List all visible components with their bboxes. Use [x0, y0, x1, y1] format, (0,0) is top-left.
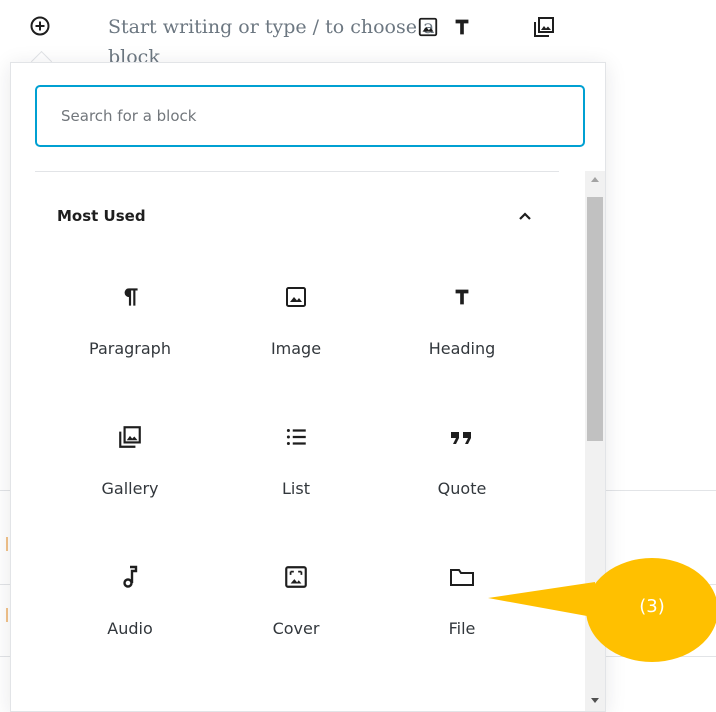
editor-marker: [6, 537, 8, 551]
block-item-cover[interactable]: Cover: [213, 553, 379, 693]
block-label: Quote: [437, 479, 487, 498]
chevron-up-icon: [519, 212, 531, 220]
heading-icon: [455, 19, 469, 35]
panel-title: Most Used: [57, 207, 146, 225]
image-icon: [282, 283, 310, 311]
editor-marker: [6, 608, 8, 622]
block-label: Image: [270, 339, 322, 358]
block-item-paragraph[interactable]: Paragraph: [47, 273, 213, 413]
gallery-icon: [534, 17, 554, 37]
block-label: Paragraph: [89, 339, 171, 358]
block-label: Heading: [428, 339, 496, 358]
gallery-icon: [116, 423, 144, 451]
quick-inserter-toolbar: [414, 12, 558, 42]
add-block-button[interactable]: [28, 14, 52, 38]
quick-image-button[interactable]: [414, 13, 442, 41]
panel-divider: [35, 171, 559, 172]
most-used-panel-toggle[interactable]: Most Used: [35, 191, 555, 241]
block-label: Audio: [107, 619, 153, 638]
block-item-list[interactable]: List: [213, 413, 379, 553]
block-item-heading[interactable]: Heading: [379, 273, 545, 413]
block-label: List: [282, 479, 310, 498]
block-search-input[interactable]: [35, 85, 585, 147]
image-icon: [418, 17, 438, 37]
quick-gallery-button[interactable]: [530, 13, 558, 41]
block-label: File: [448, 619, 476, 638]
quick-heading-button[interactable]: [448, 13, 476, 41]
block-item-gallery[interactable]: Gallery: [47, 413, 213, 553]
callout-label: (3): [639, 596, 665, 617]
plus-circle-icon: [30, 16, 50, 36]
block-label: Gallery: [101, 479, 159, 498]
block-label: Cover: [272, 619, 320, 638]
scroll-thumb[interactable]: [587, 197, 603, 441]
block-list: Paragraph Image Heading Gallery List Quo…: [47, 273, 545, 693]
list-icon: [282, 423, 310, 451]
block-item-image[interactable]: Image: [213, 273, 379, 413]
cover-icon: [282, 563, 310, 591]
audio-icon: [116, 563, 144, 591]
file-icon: [448, 563, 476, 591]
paragraph-icon: [116, 283, 144, 311]
quote-icon: [448, 423, 476, 451]
block-item-audio[interactable]: Audio: [47, 553, 213, 693]
heading-icon: [448, 283, 476, 311]
scroll-up-arrow[interactable]: [591, 177, 599, 182]
scroll-down-arrow[interactable]: [591, 698, 599, 703]
